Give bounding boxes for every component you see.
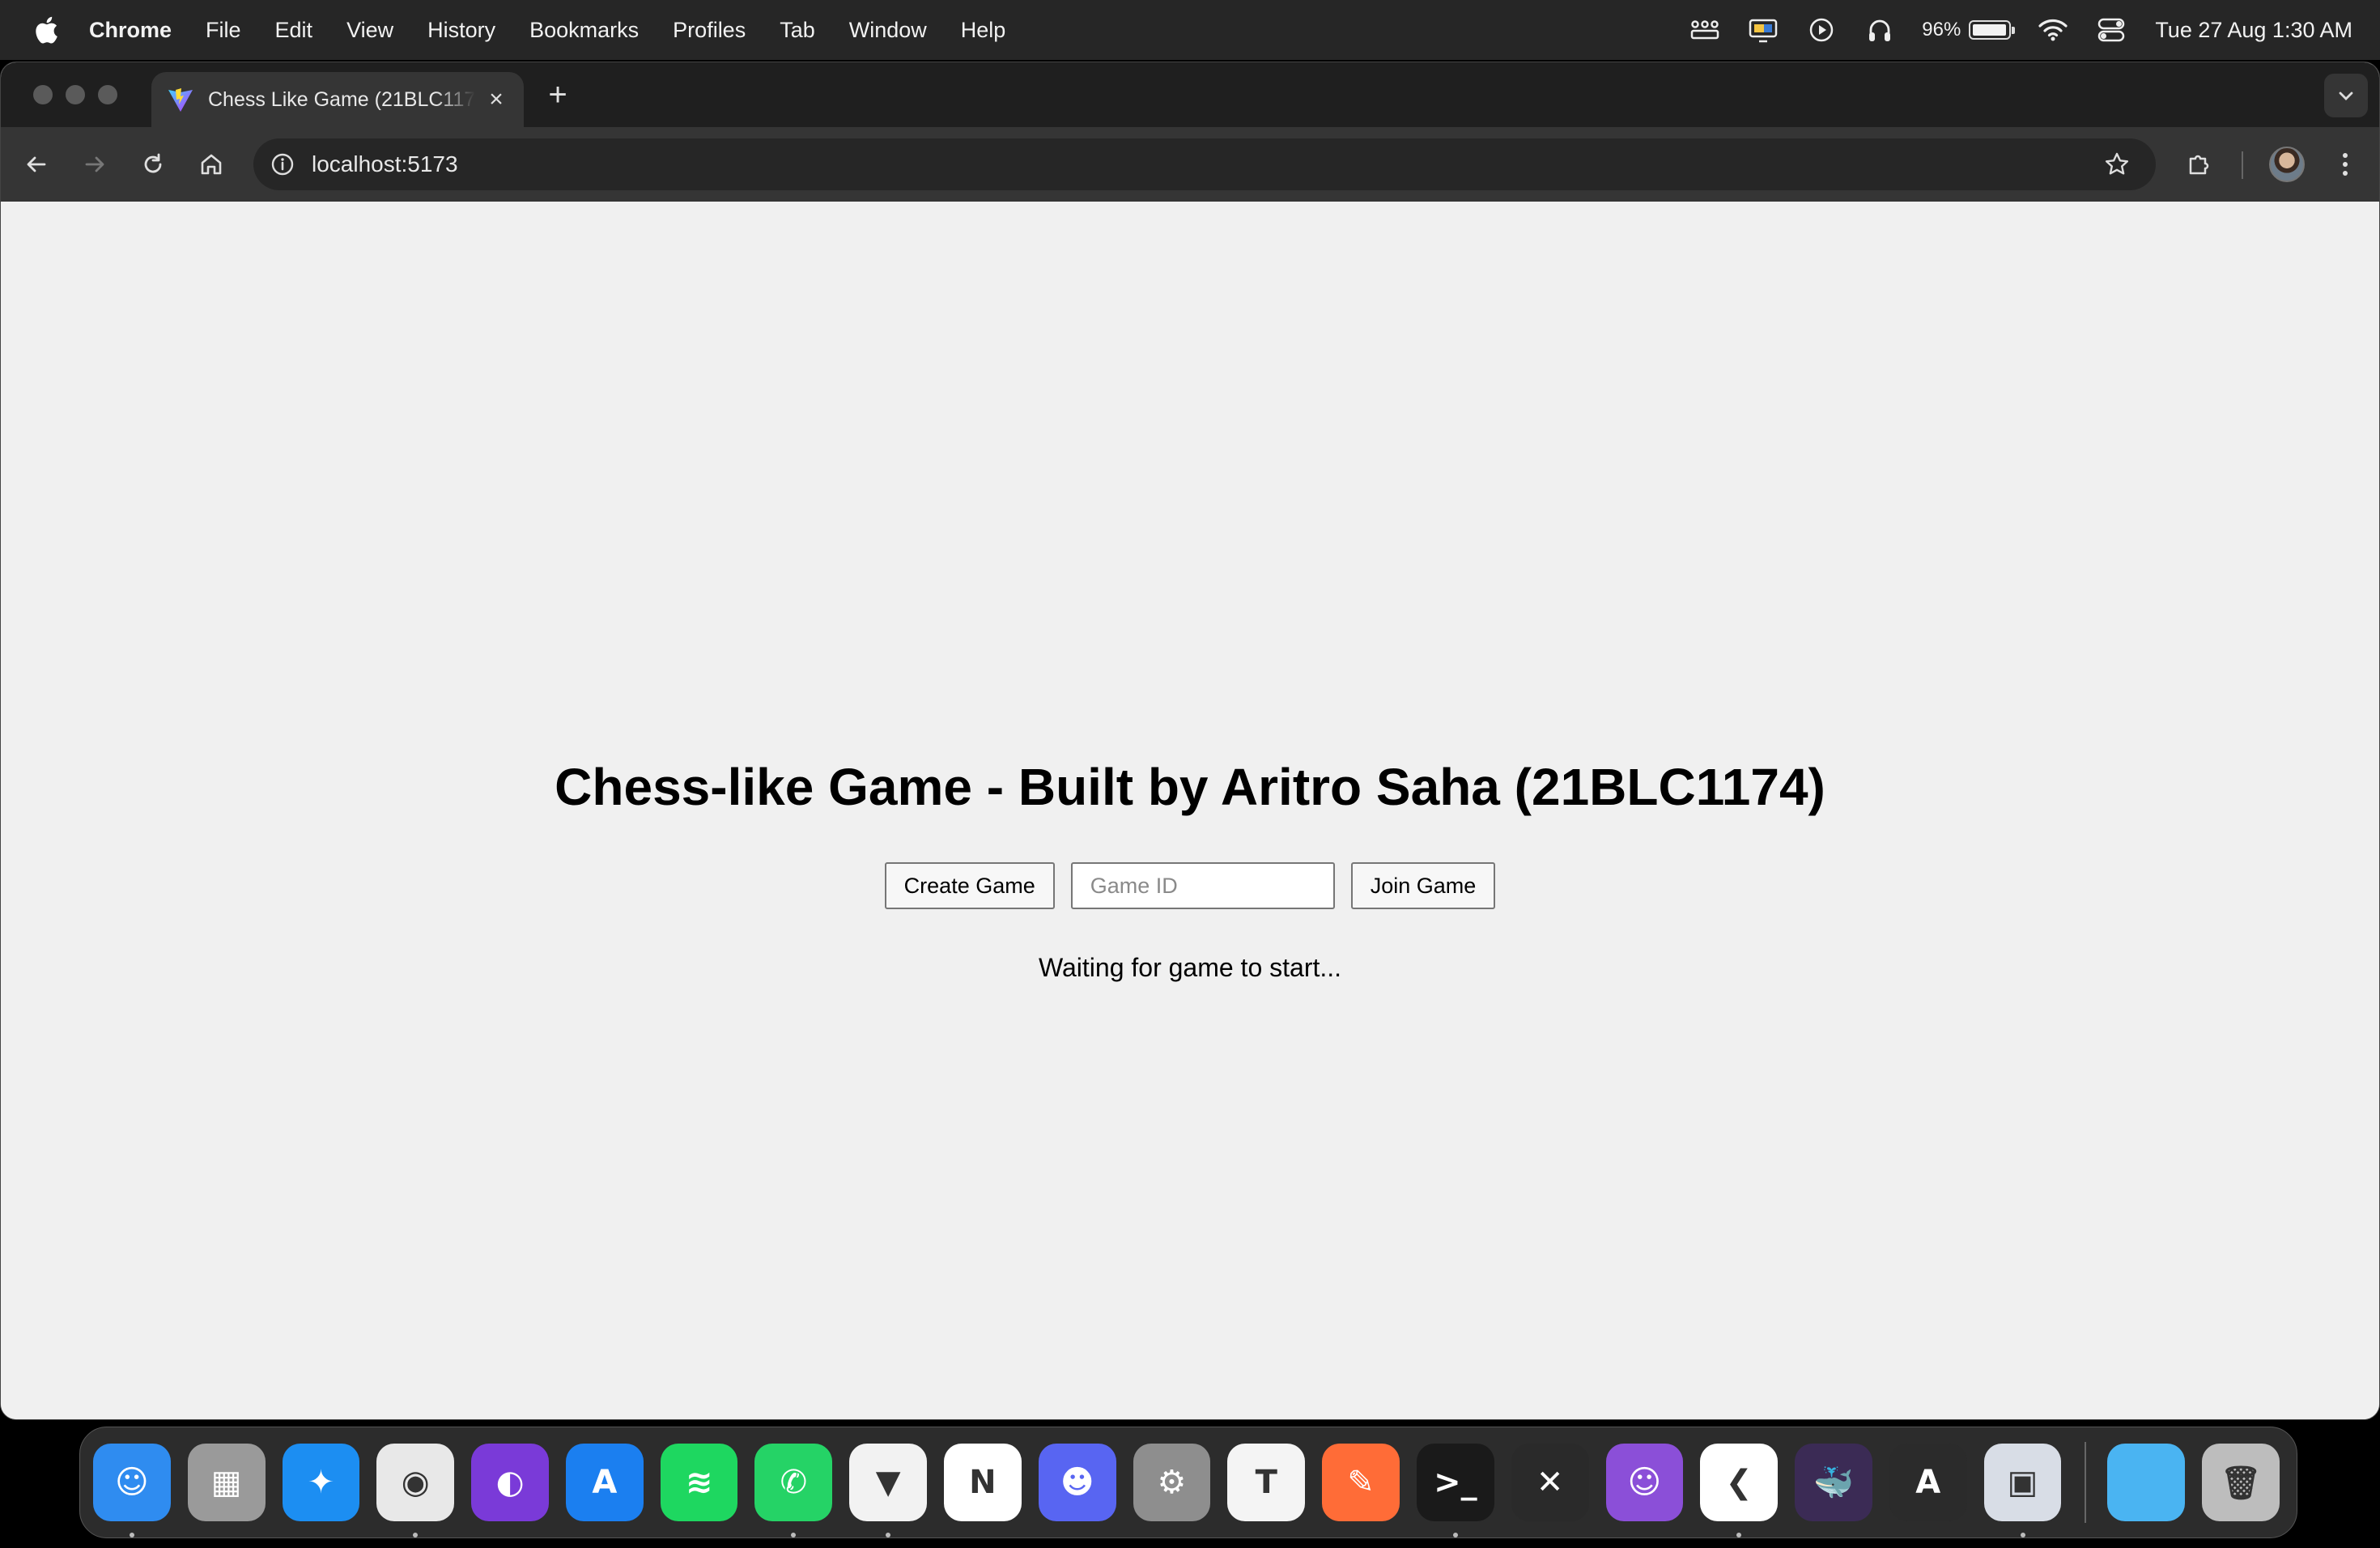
close-window-button[interactable] xyxy=(33,85,53,104)
dock-separator xyxy=(2085,1442,2087,1523)
menu-tab[interactable]: Tab xyxy=(780,18,815,43)
terminal-icon[interactable]: >_ xyxy=(1416,1444,1494,1537)
browser-window: Chess Like Game (21BLC1174) × + localhos… xyxy=(0,62,2380,1420)
launchpad-icon[interactable]: ▦ xyxy=(187,1444,266,1521)
reload-icon xyxy=(144,153,162,173)
wifi-icon[interactable] xyxy=(2037,14,2069,46)
trash-icon[interactable]: 🗑 xyxy=(2202,1444,2280,1521)
menu-edit[interactable]: Edit xyxy=(275,18,313,43)
brave-icon[interactable]: ▼ xyxy=(849,1444,928,1537)
vite-favicon-icon xyxy=(166,85,195,114)
now-playing-icon[interactable] xyxy=(1805,14,1838,46)
toolbar-divider xyxy=(2242,151,2243,179)
bookmark-star-icon[interactable] xyxy=(2102,150,2131,179)
notion-icon[interactable]: N xyxy=(944,1444,1022,1521)
home-button[interactable] xyxy=(192,145,231,184)
theater-app-icon[interactable]: ☺ xyxy=(1605,1444,1684,1521)
puzzle-icon xyxy=(2189,155,2209,175)
tab-strip: Chess Like Game (21BLC1174) × + xyxy=(1,62,2379,127)
arrow-right-icon xyxy=(85,156,104,172)
kebab-menu-icon xyxy=(2343,153,2348,176)
discord-icon[interactable]: ☻ xyxy=(1038,1444,1116,1521)
menu-view[interactable]: View xyxy=(346,18,393,43)
running-indicator xyxy=(2020,1533,2025,1537)
tab-search-button[interactable] xyxy=(2324,74,2368,117)
preview-icon[interactable]: ▣ xyxy=(1983,1444,2062,1537)
menu-clock[interactable]: Tue 27 Aug 1:30 AM xyxy=(2155,18,2352,43)
status-area: 96% Tue 27 Aug 1:30 AM xyxy=(1663,0,2352,60)
menu-file[interactable]: File xyxy=(206,18,241,43)
zoom-window-button[interactable] xyxy=(98,85,117,104)
minimize-window-button[interactable] xyxy=(66,85,85,104)
running-indicator xyxy=(413,1533,419,1537)
menu-bookmarks[interactable]: Bookmarks xyxy=(529,18,639,43)
game-controls: Create Game Join Game xyxy=(1,862,2379,909)
running-indicator xyxy=(130,1533,134,1537)
running-indicator xyxy=(1452,1533,1458,1537)
url-text[interactable]: localhost:5173 xyxy=(312,151,458,177)
running-indicator xyxy=(1736,1533,1742,1537)
docker-icon[interactable]: 🐳 xyxy=(1795,1444,1872,1521)
arrow-left-icon xyxy=(27,156,46,172)
profile-avatar[interactable] xyxy=(2269,147,2305,182)
menu-profiles[interactable]: Profiles xyxy=(673,18,746,43)
teams-icon[interactable]: T xyxy=(1227,1444,1306,1521)
system-settings-icon[interactable]: ⚙ xyxy=(1133,1444,1211,1521)
battery-fill xyxy=(1973,24,2006,36)
browser-toolbar: localhost:5173 xyxy=(1,127,2379,202)
app-store-icon[interactable]: A xyxy=(565,1444,644,1521)
chrome-menu-button[interactable] xyxy=(2326,145,2365,184)
menu-history[interactable]: History xyxy=(427,18,495,43)
game-status-message: Waiting for game to start... xyxy=(1038,953,1342,982)
tab-close-icon[interactable]: × xyxy=(482,85,511,114)
tab-chess-game[interactable]: Chess Like Game (21BLC1174) × xyxy=(151,72,524,127)
menu-window[interactable]: Window xyxy=(849,18,927,43)
menu-bar: Chrome File Edit View History Bookmarks … xyxy=(0,0,2380,60)
firefox-icon[interactable]: ◐ xyxy=(471,1444,549,1521)
site-info-icon[interactable] xyxy=(268,150,297,179)
display-mirror-icon[interactable] xyxy=(1747,14,1779,46)
headphones-icon[interactable] xyxy=(1864,14,1896,46)
whatsapp-icon[interactable]: ✆ xyxy=(754,1444,833,1537)
reload-button[interactable] xyxy=(134,145,172,184)
menu-app-name[interactable]: Chrome xyxy=(89,18,172,43)
android-studio-icon[interactable]: A xyxy=(1889,1444,1967,1521)
tab-title: Chess Like Game (21BLC1174) xyxy=(208,87,475,111)
address-bar[interactable]: localhost:5173 xyxy=(253,138,2156,190)
finder-icon[interactable]: ☺ xyxy=(93,1444,171,1537)
game-id-input[interactable] xyxy=(1070,862,1335,909)
battery-icon[interactable] xyxy=(1969,20,2016,40)
chrome-icon[interactable]: ◉ xyxy=(376,1444,455,1537)
running-indicator xyxy=(791,1533,797,1537)
new-tab-button[interactable]: + xyxy=(542,79,574,111)
home-icon xyxy=(201,154,222,175)
vscode-icon[interactable]: ❮ xyxy=(1700,1444,1779,1537)
page-viewport: Chess-like Game - Built by Aritro Saha (… xyxy=(1,202,2379,1419)
back-button[interactable] xyxy=(17,145,56,184)
control-center-icon[interactable] xyxy=(2095,14,2127,46)
join-game-button[interactable]: Join Game xyxy=(1350,862,1496,909)
page-title: Chess-like Game - Built by Aritro Saha (… xyxy=(555,758,1825,816)
downloads-folder-icon[interactable] xyxy=(2107,1444,2186,1521)
chevron-down-icon xyxy=(2339,91,2353,100)
postman-icon[interactable]: ✎ xyxy=(1322,1444,1400,1521)
safari-icon[interactable]: ✦ xyxy=(282,1444,360,1521)
vs-code-insiders-icon[interactable]: ✕ xyxy=(1511,1444,1589,1521)
create-game-button[interactable]: Create Game xyxy=(884,862,1055,909)
menu-help[interactable]: Help xyxy=(961,18,1006,43)
forward-button[interactable] xyxy=(75,145,114,184)
running-indicator xyxy=(886,1533,891,1537)
spotify-icon[interactable]: ≋ xyxy=(660,1444,738,1521)
extensions-button[interactable] xyxy=(2180,145,2219,184)
keyboard-brightness-icon[interactable] xyxy=(1689,14,1721,46)
apple-menu-icon[interactable] xyxy=(29,13,63,47)
battery-percent: 96% xyxy=(1922,19,1961,40)
dock: ☺ ▦ ✦ ◉ ◐ A ≋ ✆ ▼ N ☻ ⚙ T ✎ >_ ✕ ☺ ❮ 🐳 A ▣ 🗑 xyxy=(79,1427,2297,1538)
